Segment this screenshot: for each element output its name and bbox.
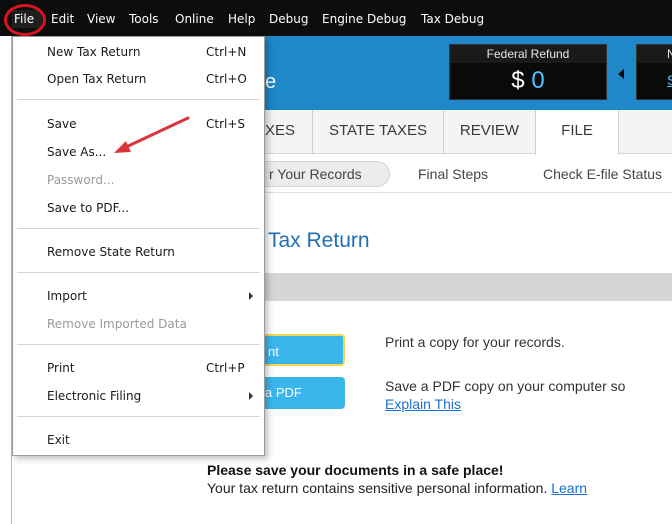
submenu-arrow-icon	[249, 292, 253, 300]
file-menu-dropdown: New Tax Return Ctrl+N Open Tax Return Ct…	[12, 36, 265, 456]
tab-state-taxes[interactable]: STATE TAXES	[312, 110, 443, 154]
refund-value: 0	[531, 67, 545, 94]
menu-item-label: Print	[47, 361, 75, 375]
menu-view[interactable]: View	[87, 10, 115, 28]
menu-separator	[17, 272, 260, 273]
menu-item-exit[interactable]: Exit	[13, 429, 264, 451]
menu-item-new-tax-return[interactable]: New Tax Return Ctrl+N	[13, 41, 264, 63]
menu-separator	[17, 344, 260, 345]
menu-item-shortcut: Ctrl+S	[206, 117, 246, 131]
menu-item-password: Password...	[13, 169, 264, 191]
print-button-label: nt	[268, 344, 279, 359]
print-description: Print a copy for your records.	[385, 334, 565, 350]
menu-item-label: Save	[47, 117, 77, 131]
second-refund-box: N Se	[636, 44, 672, 100]
menu-separator	[17, 416, 260, 417]
menu-item-label: Remove Imported Data	[47, 317, 187, 331]
refund-currency: $	[511, 67, 525, 94]
menu-tools[interactable]: Tools	[129, 10, 159, 28]
menu-item-label: Electronic Filing	[47, 389, 142, 403]
window-left-edge	[0, 36, 12, 524]
menu-item-electronic-filing[interactable]: Electronic Filing	[13, 385, 264, 407]
menu-item-remove-state-return[interactable]: Remove State Return	[13, 241, 264, 263]
menu-online[interactable]: Online	[175, 10, 214, 28]
menu-item-label: Save As...	[47, 145, 107, 159]
federal-refund-amount: $ 0	[450, 67, 606, 95]
submenu-arrow-icon	[249, 392, 253, 400]
menu-item-save[interactable]: Save Ctrl+S	[13, 113, 264, 135]
app-title: e	[265, 71, 277, 93]
menu-tax-debug[interactable]: Tax Debug	[421, 10, 484, 28]
menu-engine-debug[interactable]: Engine Debug	[322, 10, 406, 28]
menu-item-save-as[interactable]: Save As...	[13, 141, 264, 163]
menu-edit[interactable]: Edit	[51, 10, 74, 28]
menu-item-shortcut: Ctrl+O	[206, 72, 247, 86]
tab-review[interactable]: REVIEW	[443, 110, 535, 154]
menu-item-remove-imported-data: Remove Imported Data	[13, 313, 264, 335]
menu-help[interactable]: Help	[228, 10, 255, 28]
explain-this-link[interactable]: Explain This	[385, 396, 461, 412]
menu-file[interactable]: File	[12, 10, 42, 28]
pdf-description: Save a PDF copy on your computer so	[385, 378, 626, 394]
subnav-final-steps[interactable]: Final Steps	[418, 166, 488, 182]
save-pdf-button-label: a PDF	[265, 385, 302, 400]
menu-item-label: Exit	[47, 433, 70, 447]
second-box-label: N	[637, 45, 672, 63]
learn-more-link[interactable]: Learn	[551, 480, 587, 496]
menu-item-label: Password...	[47, 173, 115, 187]
menu-item-label: Import	[47, 289, 87, 303]
menu-item-open-tax-return[interactable]: Open Tax Return Ctrl+O	[13, 68, 264, 90]
menu-item-save-to-pdf[interactable]: Save to PDF...	[13, 197, 264, 219]
notice-title: Please save your documents in a safe pla…	[207, 462, 504, 478]
menu-item-label: Open Tax Return	[47, 72, 147, 86]
subnav-records-label: r Your Records	[269, 166, 362, 182]
notice-text: Your tax return contains sensitive perso…	[207, 480, 548, 496]
notice-body: Your tax return contains sensitive perso…	[207, 480, 587, 496]
menu-item-label: Save to PDF...	[47, 201, 130, 215]
second-box-link[interactable]: Se	[667, 72, 672, 88]
menu-debug[interactable]: Debug	[269, 10, 308, 28]
menu-separator	[17, 99, 260, 100]
menu-item-shortcut: Ctrl+P	[206, 361, 245, 375]
menu-item-label: Remove State Return	[47, 245, 175, 259]
federal-refund-label: Federal Refund	[450, 45, 606, 63]
tab-file[interactable]: FILE	[535, 110, 619, 155]
caret-left-icon	[618, 69, 624, 79]
tab-federal-taxes[interactable]: XES	[265, 110, 312, 154]
menu-separator	[17, 228, 260, 229]
menu-item-shortcut: Ctrl+N	[206, 45, 247, 59]
menu-bar: File Edit View Tools Online Help Debug E…	[0, 0, 672, 36]
page-title: Tax Return	[268, 229, 370, 252]
menu-item-import[interactable]: Import	[13, 285, 264, 307]
subnav-check-efile[interactable]: Check E-file Status	[543, 166, 662, 182]
menu-item-label: New Tax Return	[47, 45, 141, 59]
federal-refund-box: Federal Refund $ 0	[449, 44, 607, 100]
menu-item-print[interactable]: Print Ctrl+P	[13, 357, 264, 379]
